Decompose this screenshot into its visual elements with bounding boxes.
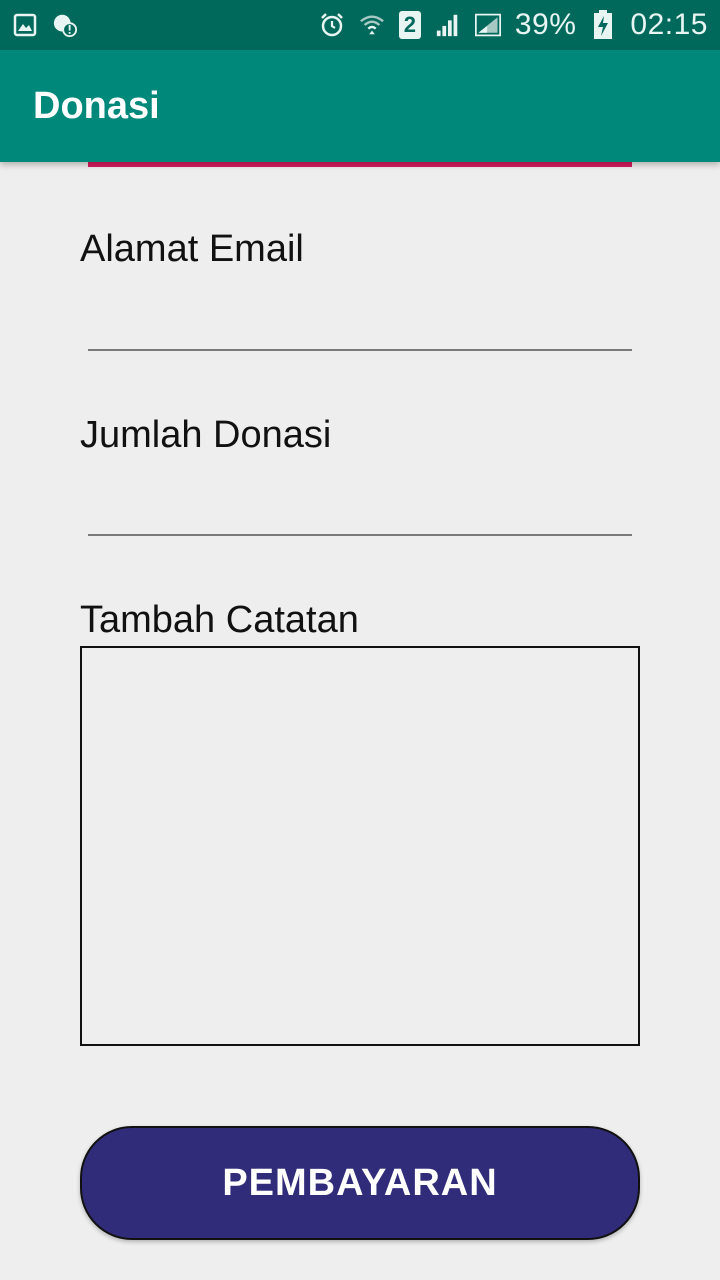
notification-alert-icon [52,12,78,38]
email-field[interactable] [80,290,640,350]
status-time: 02:15 [630,8,708,41]
battery-charging-icon [590,10,616,39]
battery-percent: 39% [514,8,577,41]
payment-button[interactable]: PEMBAYARAN [80,1126,640,1240]
notes-textarea[interactable] [80,646,640,1046]
sim-label: 2 [403,12,416,37]
status-bar: 2 39% 02:15 [0,0,720,50]
signal2-icon [474,12,501,38]
amount-field-underline [88,534,632,536]
notes-label: Tambah Catatan [80,599,359,641]
alarm-icon [319,12,345,38]
page-title: Donasi [33,84,160,127]
email-label: Alamat Email [80,228,304,270]
email-field-underline [88,349,632,351]
focused-field-underline [88,162,632,167]
signal-icon [435,12,461,38]
amount-label: Jumlah Donasi [80,414,332,456]
sim2-icon: 2 [398,11,421,39]
status-bar-left [12,12,78,38]
amount-field[interactable] [80,475,640,535]
status-bar-right: 2 39% 02:15 [319,8,708,42]
gallery-icon [12,12,38,38]
wifi-icon [359,12,385,38]
app-bar: Donasi [0,50,720,162]
